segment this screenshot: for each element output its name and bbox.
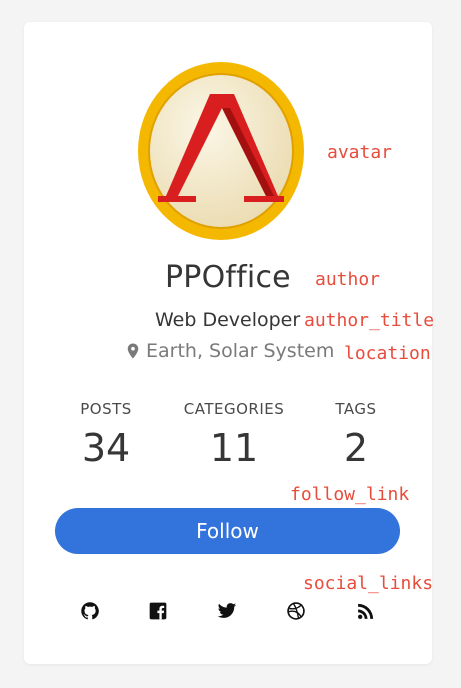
avatar (138, 62, 304, 240)
stat-value: 2 (343, 426, 369, 470)
annotation-author: author (315, 269, 381, 290)
author-name: PPOffice (165, 260, 291, 295)
annotation-location: location (344, 343, 431, 364)
stat-categories[interactable]: CATEGORIES 11 (174, 400, 294, 470)
annotation-social-links: social_links (303, 573, 434, 594)
annotation-avatar: avatar (327, 142, 393, 163)
stat-value: 34 (81, 426, 131, 470)
author-title: Web Developer (155, 309, 301, 331)
stat-heading: TAGS (335, 400, 377, 418)
social-link-facebook[interactable] (146, 599, 170, 623)
stat-heading: CATEGORIES (183, 400, 285, 418)
twitter-icon (217, 603, 237, 618)
location-text: Earth, Solar System (146, 340, 335, 362)
follow-button[interactable]: Follow (55, 508, 400, 554)
facebook-icon (149, 602, 167, 620)
annotation-follow-link: follow_link (290, 484, 410, 505)
dribbble-icon (287, 602, 305, 620)
location: Earth, Solar System (124, 340, 334, 362)
stat-tags[interactable]: TAGS 2 (296, 400, 416, 470)
social-link-dribbble[interactable] (284, 599, 308, 623)
map-pin-icon (127, 343, 139, 359)
rss-icon (358, 603, 374, 619)
github-icon (81, 602, 99, 620)
stat-posts[interactable]: POSTS 34 (46, 400, 166, 470)
stat-heading: POSTS (80, 400, 132, 418)
annotation-author-title: author_title (304, 310, 435, 331)
stat-value: 11 (209, 426, 259, 470)
social-link-twitter[interactable] (215, 599, 239, 623)
social-link-github[interactable] (78, 599, 102, 623)
social-link-rss[interactable] (354, 599, 378, 623)
